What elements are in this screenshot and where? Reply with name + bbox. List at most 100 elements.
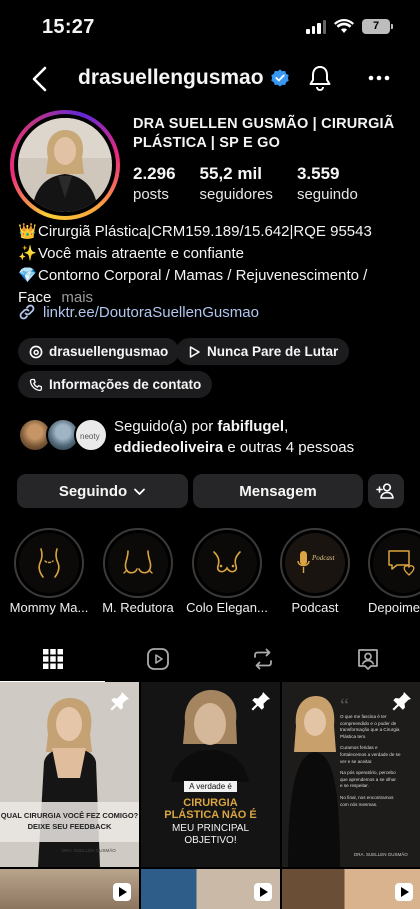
follower-username: eddiedeoliveira [114,439,224,456]
reel-icon [113,883,131,901]
bio-line: ✨Você mais atraente e confiante [18,243,408,265]
post-thumbnail[interactable] [0,869,139,909]
stat-posts[interactable]: 2.296 posts [133,164,176,205]
microphone-icon: Podcast Vida [297,551,337,573]
chip-label: Informações de contato [49,377,202,392]
chest-icon [213,551,241,573]
suggested-people-button[interactable] [368,474,404,508]
repost-icon [253,648,272,670]
more-options-icon[interactable] [364,64,394,92]
stat-following[interactable]: 3.559 seguindo [297,164,358,205]
post-thumbnail[interactable]: A verdade é CIRURGIA PLÁSTICA NÃO É MEU … [141,682,280,867]
profile-avatar-story-ring[interactable] [10,110,120,220]
highlight-label: Depoime [368,600,420,615]
podcast-logo-text: Podcast Vida [311,554,337,562]
phone-icon [29,378,43,391]
notification-bell-icon[interactable] [306,64,334,92]
highlight-label: Mommy Ma... [9,600,89,615]
bio-line: 👑Cirurgiã Plástica|CRM159.189/15.642|RQE… [18,221,408,243]
follower-username: fabiflugel [217,418,285,435]
contact-info-chip[interactable]: Informações de contato [18,371,213,398]
highlight-depoimentos[interactable]: Depoime [368,528,420,615]
display-name: DRA SUELLEN GUSMÃO | CIRURGIÃ PLÁSTICA |… [133,116,395,151]
sparkles-emoji-icon: ✨ [18,245,37,262]
pin-icon [110,692,129,711]
play-icon [189,345,200,358]
reels-icon [146,648,169,670]
grid-icon [42,649,63,669]
back-arrow-icon[interactable] [28,64,54,94]
bio-external-link[interactable]: linktr.ee/DoutoraSuellenGusmao [18,303,259,321]
neoty-logo-icon: neoty [80,432,100,441]
body-contour-icon [38,548,60,578]
stat-value: 3.559 [296,164,340,183]
reel-icon [254,883,272,901]
chip-label: Nunca Pare de Lutar [207,344,339,359]
tab-tagged[interactable] [315,636,420,682]
pin-icon [251,692,270,711]
chevron-down-icon [134,488,146,495]
post-thumbnail[interactable]: QUAL CIRURGIA VOCÊ FEZ COMIGO? DEIXE SEU… [0,682,139,867]
button-label: Mensagem [239,482,317,500]
post-thumbnail[interactable] [282,869,420,909]
chip-label: drasuellengusmao [49,344,169,359]
profile-header: drasuellengusmao [0,52,420,106]
followed-by-text: Seguido(a) por fabiflugel, eddiedeolivei… [114,418,355,456]
username-text: drasuellengusmao [78,66,264,89]
threads-icon [29,345,43,358]
gem-emoji-icon: 💎 [18,267,37,284]
highlight-m-redutora[interactable]: M. Redutora [102,528,174,615]
tab-reels[interactable] [105,636,210,682]
highlight-label: Podcast [291,600,339,615]
signal-icon [306,19,326,34]
tab-posts-grid[interactable] [0,636,105,682]
profile-tabs [0,636,420,682]
followed-by[interactable]: neoty Seguido(a) por fabiflugel, eddiede… [18,416,418,460]
stat-label: seguidores [199,186,273,203]
post-caption: QUAL CIRURGIA VOCÊ FEZ COMIGO? DEIXE SEU… [0,811,139,831]
svg-text:neoty: neoty [80,432,100,441]
post-watermark: DRA. SUELLEN GUSMÃO [62,848,116,853]
stat-value: 55,2 mil [199,164,262,183]
stat-label: seguindo [296,186,358,203]
highlight-label: Colo Elegan... [186,600,268,615]
crown-emoji-icon: 👑 [18,223,37,240]
avatar [18,118,112,212]
stat-label: posts [133,186,169,203]
breast-reduction-icon [123,550,153,574]
avatar-portrait-image [18,118,112,212]
bio-text: Você mais atraente e confiante [38,245,244,262]
stat-followers[interactable]: 55,2 mil seguidores [200,164,273,205]
link-icon [19,304,35,320]
add-user-icon [376,483,394,499]
link-text: linktr.ee/DoutoraSuellenGusmao [43,303,259,321]
tab-reposts[interactable] [210,636,315,682]
reel-chip[interactable]: Nunca Pare de Lutar [176,338,350,365]
status-time: 15:27 [42,16,95,38]
message-button[interactable]: Mensagem [193,474,363,508]
post-thumbnail[interactable]: “ O que me fascina é ter compreendido e … [282,682,420,867]
tagged-person-icon [357,649,378,670]
profile-bio: 👑Cirurgiã Plástica|CRM159.189/15.642|RQE… [18,221,408,309]
post-quote-text: O que me fascina é ter compreendido e o … [340,714,401,807]
avatar: neoty [74,418,108,452]
wifi-icon [334,19,354,33]
post-caption: A verdade é CIRURGIA PLÁSTICA NÃO É MEU … [164,781,257,846]
bio-text: Contorno Corporal / Mamas / Rejuvenescim… [38,267,368,284]
following-button[interactable]: Seguindo [17,474,188,508]
profile-stats: 2.296 posts 55,2 mil seguidores 3.559 se… [133,164,382,205]
bio-text: Cirurgiã Plástica|CRM159.189/15.642|RQE … [38,223,372,240]
highlight-label: M. Redutora [102,600,174,615]
highlight-colo-elegante[interactable]: Colo Elegan... [186,528,268,615]
highlight-podcast[interactable]: Podcast Vida Podcast [280,528,350,615]
chat-heart-icon [388,550,415,576]
header-username: drasuellengusmao [78,66,290,90]
reel-icon [395,883,413,901]
status-bar: 15:27 7 [0,0,420,52]
post-thumbnail[interactable] [141,869,280,909]
highlight-mommy-makeover[interactable]: Mommy Ma... [10,528,88,615]
threads-chip[interactable]: drasuellengusmao [18,338,180,365]
status-icons: 7 [306,19,393,34]
pin-icon [392,692,411,711]
post-watermark: DRA. SUELLEN GUSMÃO [354,852,408,857]
